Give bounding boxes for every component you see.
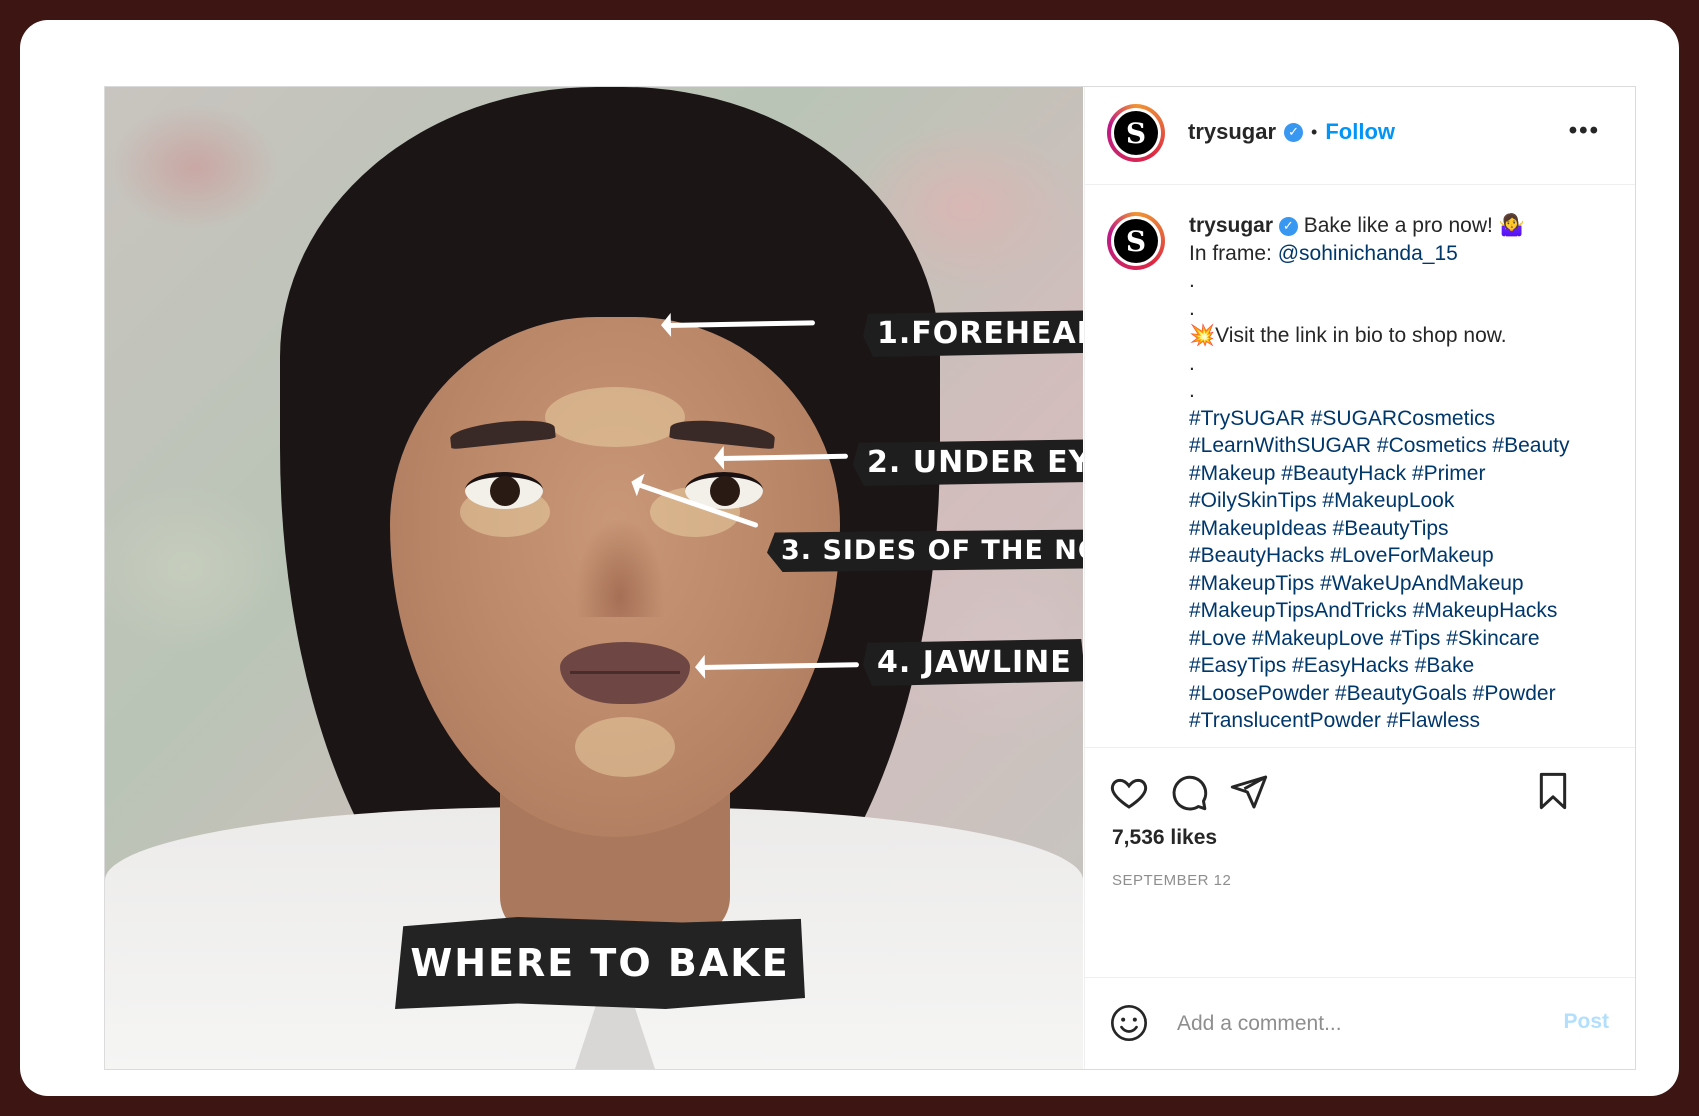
hashtag-line[interactable]: #LoosePowder #BeautyGoals #Powder	[1189, 680, 1609, 708]
label-forehead: 1.FOREHEAD	[863, 310, 1083, 357]
avatar-ring-gap: S	[1111, 108, 1161, 158]
hashtag-line[interactable]: #MakeupIdeas #BeautyTips	[1189, 515, 1609, 543]
more-options-icon[interactable]: •••	[1569, 117, 1600, 145]
smiley-icon[interactable]	[1109, 1003, 1149, 1043]
caption-line-4: .	[1189, 296, 1195, 320]
hashtag-line[interactable]: #OilySkinTips #MakeupLook	[1189, 487, 1609, 515]
avatar-logo: S	[1114, 111, 1158, 155]
right-iris	[710, 476, 740, 506]
profile-avatar[interactable]: S	[1107, 104, 1165, 162]
where-to-bake-banner: WHERE TO BAKE	[395, 917, 805, 1009]
hashtag-line[interactable]: #TranslucentPowder #Flawless	[1189, 707, 1609, 735]
label-under-eye: 2. UNDER EYE	[853, 439, 1083, 486]
caption-text-line: Bake like a pro now! 🤷‍♀️	[1303, 214, 1525, 237]
caption-line-1: trysugar ✓ Bake like a pro now! 🤷‍♀️	[1189, 212, 1609, 240]
caption-username[interactable]: trysugar	[1189, 214, 1273, 237]
hashtag-line[interactable]: #TrySUGAR #SUGARCosmetics	[1189, 405, 1609, 433]
caption-text-line: In frame:	[1189, 241, 1278, 265]
hashtag-line[interactable]: #Makeup #BeautyHack #Primer	[1189, 460, 1609, 488]
hashtag-line[interactable]: #LearnWithSUGAR #Cosmetics #Beauty	[1189, 432, 1609, 460]
caption-avatar-ring-gap: S	[1111, 216, 1161, 266]
instagram-post: 1.FOREHEAD 2. UNDER EYE 3. SIDES OF THE …	[104, 86, 1636, 1070]
caption-section: S trysugar ✓ Bake like a pro now! 🤷‍♀️ I…	[1085, 184, 1635, 747]
post-sidebar: S trysugar ✓ • Follow ••• S trysugar ✓ B…	[1084, 87, 1635, 1069]
verified-badge-icon: ✓	[1284, 122, 1304, 142]
caption-line-5: 💥Visit the link in bio to shop now.	[1189, 324, 1507, 347]
action-bar: 7,536 likes SEPTEMBER 12	[1085, 747, 1635, 978]
hashtag-line[interactable]: #MakeupTipsAndTricks #MakeupHacks	[1189, 597, 1609, 625]
mention-link[interactable]: @sohinichanda_15	[1278, 242, 1458, 265]
label-sides-of-nose: 3. SIDES OF THE NOSE	[767, 529, 1083, 572]
bookmark-icon[interactable]	[1533, 770, 1573, 812]
follow-button[interactable]: Follow	[1325, 119, 1395, 145]
post-comment-button[interactable]: Post	[1563, 1010, 1609, 1034]
caption-text: trysugar ✓ Bake like a pro now! 🤷‍♀️ In …	[1189, 212, 1609, 735]
nose-shadow	[575, 517, 665, 617]
header-separator: •	[1311, 121, 1318, 142]
lip-line	[570, 671, 680, 674]
forehead-powder	[545, 387, 685, 447]
post-date[interactable]: SEPTEMBER 12	[1112, 872, 1231, 889]
share-icon[interactable]	[1229, 772, 1269, 812]
post-header: S trysugar ✓ • Follow •••	[1085, 87, 1635, 185]
caption-verified-icon: ✓	[1278, 216, 1298, 236]
chin-powder	[575, 717, 675, 777]
post-photo[interactable]: 1.FOREHEAD 2. UNDER EYE 3. SIDES OF THE …	[105, 87, 1083, 1069]
caption-avatar-logo: S	[1114, 219, 1158, 263]
card-frame: 1.FOREHEAD 2. UNDER EYE 3. SIDES OF THE …	[20, 20, 1679, 1096]
comment-icon[interactable]	[1169, 772, 1209, 812]
caption-line-2: In frame: @sohinichanda_15	[1189, 240, 1609, 268]
left-iris	[490, 476, 520, 506]
comment-bar: Post	[1085, 977, 1635, 1069]
hashtag-line[interactable]: #BeautyHacks #LoveForMakeup	[1189, 542, 1609, 570]
header-user-row: trysugar ✓ • Follow	[1188, 119, 1395, 145]
hashtag-line[interactable]: #Love #MakeupLove #Tips #Skincare	[1189, 625, 1609, 653]
caption-line-3: .	[1189, 269, 1195, 292]
heart-icon[interactable]	[1109, 772, 1149, 812]
comment-input[interactable]	[1175, 1006, 1519, 1042]
label-jawline: 4. JAWLINE	[863, 639, 1083, 686]
caption-line-7: .	[1189, 379, 1195, 402]
hashtag-line[interactable]: #MakeupTips #WakeUpAndMakeup	[1189, 570, 1609, 598]
hashtag-line[interactable]: #EasyTips #EasyHacks #Bake	[1189, 652, 1609, 680]
caption-avatar[interactable]: S	[1107, 212, 1165, 270]
likes-count[interactable]: 7,536 likes	[1112, 826, 1217, 850]
header-username[interactable]: trysugar	[1188, 119, 1276, 145]
caption-line-6: .	[1189, 351, 1195, 375]
